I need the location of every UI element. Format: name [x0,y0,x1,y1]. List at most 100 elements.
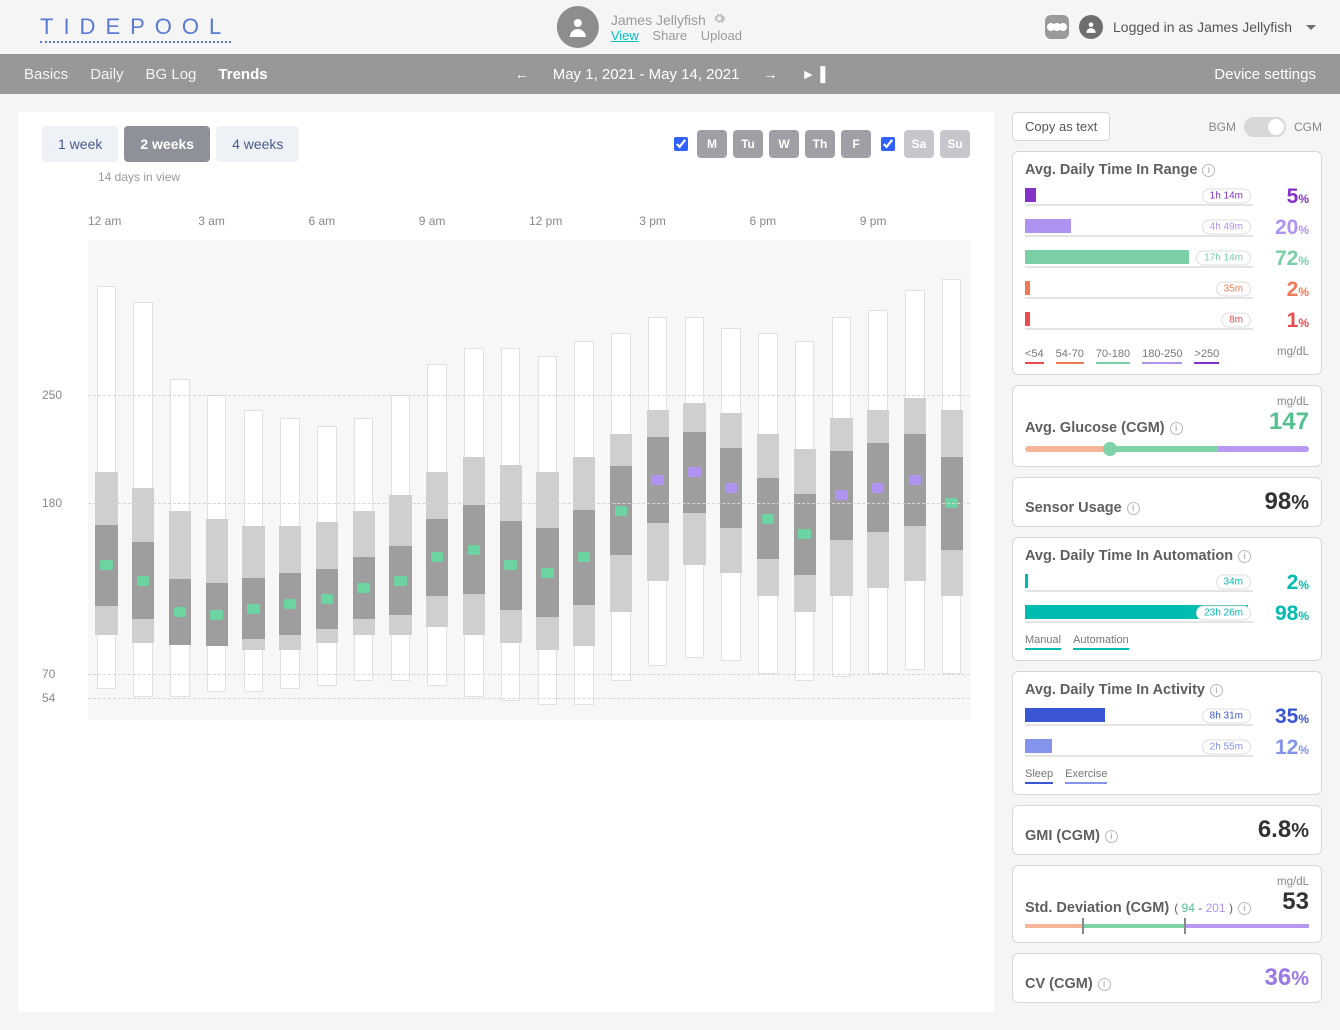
hour-slot-5[interactable] [273,240,308,720]
gmi-value: 6.8% [1258,816,1309,844]
card-std-dev: Std. Deviation (CGM) ( 94 - 201 ) i mg/d… [1012,865,1322,943]
patient-name: James Jellyfish [611,12,752,28]
hour-slot-7[interactable] [346,240,381,720]
day-chip-sa[interactable]: Sa [904,130,934,158]
bar-row: 8m1% [1025,309,1309,333]
bar-row: 4h 49m20% [1025,216,1309,240]
avg-glucose-value: 147 [1269,408,1309,436]
day-chip-tu[interactable]: Tu [733,130,763,158]
toggle-cgm-label: CGM [1294,120,1322,134]
info-icon[interactable]: i [1170,422,1183,435]
patient-block: James Jellyfish View Share Upload [557,6,752,48]
bar-row: 23h 26m98% [1025,602,1309,626]
hour-slot-20[interactable] [824,240,859,720]
nav-tab-trends[interactable]: Trends [218,66,267,83]
range-btn-1-week[interactable]: 1 week [42,126,118,162]
hour-slot-18[interactable] [751,240,786,720]
date-latest-icon[interactable]: ►▐ [802,66,826,82]
team-icon[interactable] [1045,15,1069,39]
card-time-in-range: Avg. Daily Time In Rangei 1h 14m5%4h 49m… [1012,151,1322,375]
day-chip-m[interactable]: M [697,130,727,158]
hour-slot-8[interactable] [383,240,418,720]
hour-slot-11[interactable] [493,240,528,720]
day-chip-su[interactable]: Su [940,130,970,158]
hour-slot-19[interactable] [787,240,822,720]
hour-slot-14[interactable] [604,240,639,720]
days-in-view-label: 14 days in view [98,170,994,184]
y-tick: 70 [42,667,55,681]
nav-tab-basics[interactable]: Basics [24,66,68,83]
hour-slot-4[interactable] [236,240,271,720]
info-icon[interactable]: i [1238,550,1251,563]
hour-slot-0[interactable] [89,240,124,720]
y-tick: 250 [42,388,62,402]
nav-tab-bg-log[interactable]: BG Log [146,66,197,83]
y-tick: 54 [42,691,55,705]
day-chip-th[interactable]: Th [805,130,835,158]
sensor-usage-value: 98% [1265,488,1310,516]
hour-slot-9[interactable] [420,240,455,720]
card-activity: Avg. Daily Time In Activityi 8h 31m35%2h… [1012,671,1322,795]
x-axis-labels: 12 am3 am6 am9 am12 pm3 pm6 pm9 pm [42,214,970,228]
hour-slot-22[interactable] [898,240,933,720]
bgm-cgm-toggle[interactable] [1244,117,1286,137]
info-icon[interactable]: i [1238,902,1251,915]
logged-in-label[interactable]: Logged in as James Jellyfish [1113,19,1292,35]
hour-slot-23[interactable] [934,240,969,720]
card-sensor-usage: Sensor Usagei 98% [1012,477,1322,527]
patient-avatar[interactable] [557,6,599,48]
upload-link[interactable]: Upload [701,28,742,43]
info-icon[interactable]: i [1098,978,1111,991]
gear-icon[interactable] [713,12,726,25]
range-buttons: 1 week2 weeks4 weeks [42,126,299,162]
nav-tabs: Basics Daily BG Log Trends [24,66,268,83]
hour-slot-13[interactable] [567,240,602,720]
hour-slot-15[interactable] [640,240,675,720]
hour-slot-2[interactable] [163,240,198,720]
info-icon[interactable]: i [1105,830,1118,843]
weekend-checkbox[interactable] [881,137,895,151]
y-tick: 180 [42,496,62,510]
card-avg-glucose: Avg. Glucose (CGM)i mg/dL 147 [1012,385,1322,467]
user-avatar[interactable] [1079,15,1103,39]
hour-slot-16[interactable] [677,240,712,720]
date-prev-icon[interactable]: ← [515,66,529,82]
range-btn-4-weeks[interactable]: 4 weeks [216,126,299,162]
logo[interactable]: TIDEPOOL [40,14,231,40]
share-link[interactable]: Share [652,28,687,43]
card-automation: Avg. Daily Time In Automationi 34m2%23h … [1012,537,1322,661]
bar-row: 2h 55m12% [1025,736,1309,760]
hour-slot-10[interactable] [457,240,492,720]
info-icon[interactable]: i [1127,502,1140,515]
toggle-bgm-label: BGM [1209,120,1236,134]
tir-unit: mg/dL [1277,346,1309,358]
caret-down-icon[interactable] [1306,25,1316,35]
sd-value: 53 [1277,888,1309,916]
range-btn-2-weeks[interactable]: 2 weeks [124,126,210,162]
bar-row: 34m2% [1025,571,1309,595]
hour-slot-21[interactable] [861,240,896,720]
view-link[interactable]: View [611,28,639,43]
nav-tab-daily[interactable]: Daily [90,66,123,83]
copy-as-text-button[interactable]: Copy as text [1012,112,1110,141]
card-gmi: GMI (CGM)i 6.8% [1012,805,1322,855]
hour-slot-17[interactable] [714,240,749,720]
bar-row: 35m2% [1025,278,1309,302]
info-icon[interactable]: i [1202,164,1215,177]
date-range: May 1, 2021 - May 14, 2021 [553,66,740,83]
cv-value: 36% [1265,964,1310,992]
day-chip-f[interactable]: F [841,130,871,158]
hour-slot-1[interactable] [126,240,161,720]
hour-slot-6[interactable] [310,240,345,720]
hour-slot-12[interactable] [530,240,565,720]
date-next-icon[interactable]: → [764,66,778,82]
weekday-checkbox[interactable] [674,137,688,151]
hour-slot-3[interactable] [199,240,234,720]
bar-row: 17h 14m72% [1025,247,1309,271]
bar-row: 8h 31m35% [1025,705,1309,729]
bar-row: 1h 14m5% [1025,185,1309,209]
info-icon[interactable]: i [1210,684,1223,697]
device-settings-link[interactable]: Device settings [1214,66,1316,83]
day-chip-w[interactable]: W [769,130,799,158]
card-cv: CV (CGM)i 36% [1012,953,1322,1003]
